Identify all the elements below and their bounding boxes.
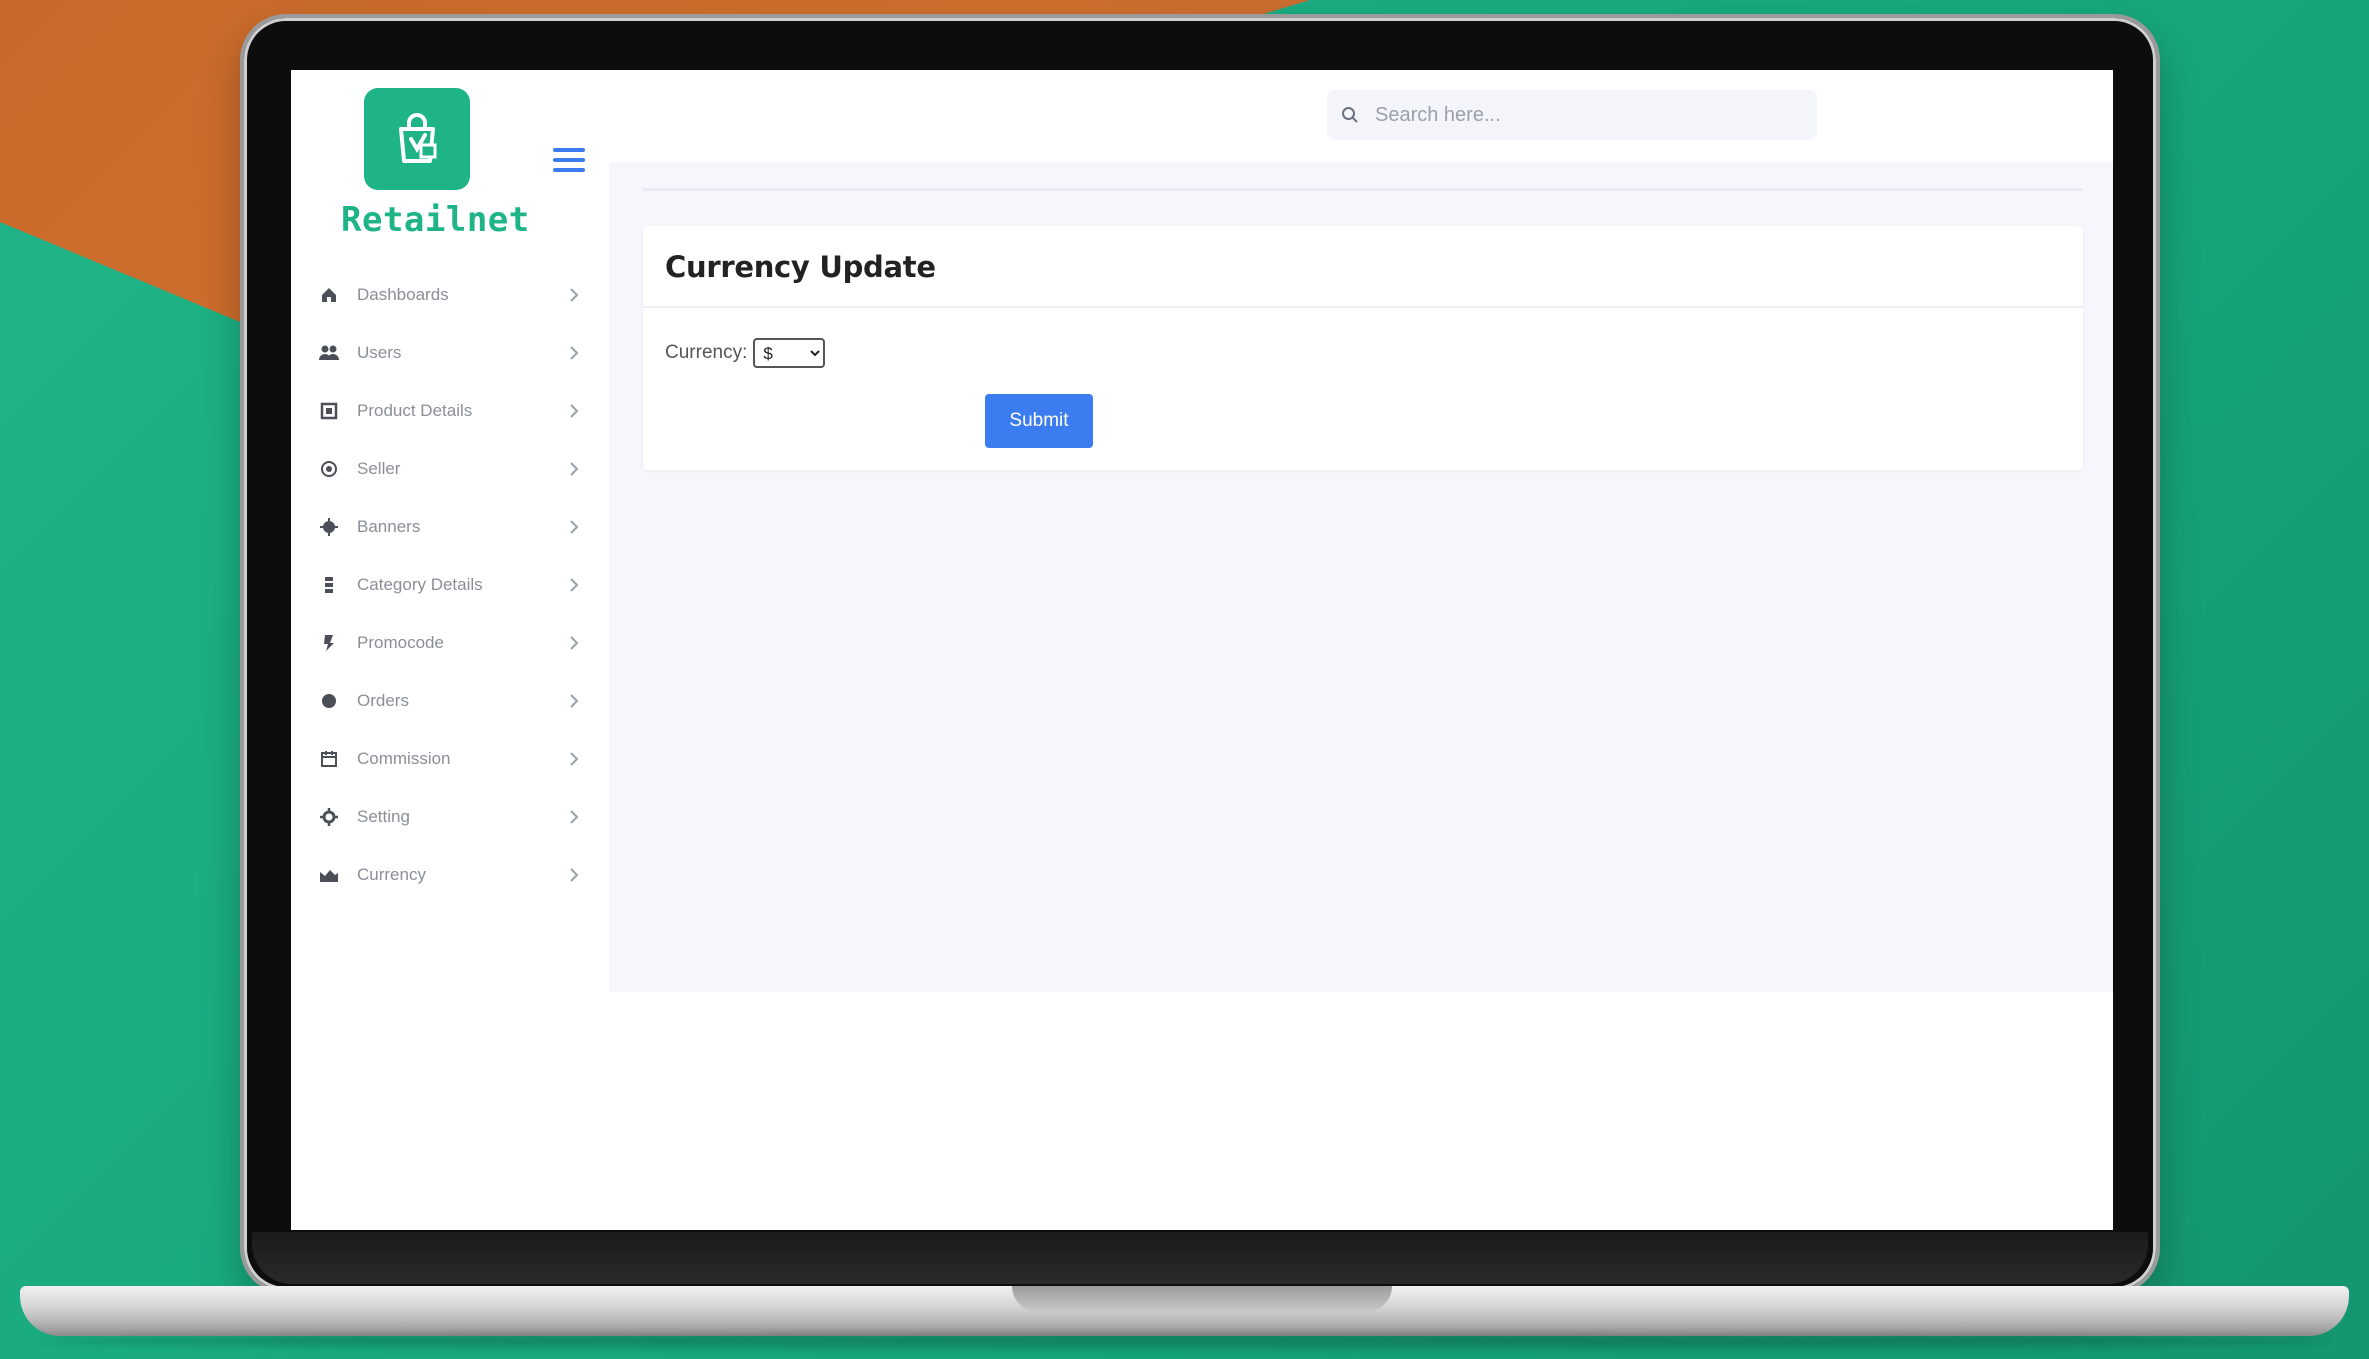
- banner-icon: [319, 517, 339, 537]
- sidebar-item-setting[interactable]: Setting: [319, 788, 581, 846]
- category-icon: [319, 575, 339, 595]
- sidebar-item-label: Dashboards: [357, 285, 449, 304]
- sidebar-item-label: Product Details: [357, 401, 473, 420]
- brand-name: Retailnet: [341, 200, 530, 240]
- sidebar-item-orders[interactable]: Orders: [319, 672, 581, 730]
- laptop-screen: Retailnet Dashboards Users Product Detai…: [291, 70, 2113, 1230]
- sidebar-item-label: Setting: [357, 807, 410, 826]
- shopping-bag-icon: [399, 113, 437, 163]
- chevron-right-icon: [567, 285, 581, 305]
- chevron-right-icon: [567, 401, 581, 421]
- laptop-shadow: [40, 1334, 2329, 1348]
- commission-icon: [319, 749, 339, 769]
- submit-button[interactable]: Submit: [985, 394, 1093, 448]
- laptop-notch: [1012, 1286, 1392, 1312]
- search-bar[interactable]: [1327, 90, 1817, 140]
- sidebar-item-banners[interactable]: Banners: [319, 498, 581, 556]
- chevron-right-icon: [567, 865, 581, 885]
- sidebar-item-label: Commission: [357, 749, 451, 768]
- sidebar-item-users[interactable]: Users: [319, 324, 581, 382]
- chevron-right-icon: [567, 343, 581, 363]
- currency-select[interactable]: $: [753, 338, 826, 368]
- sidebar-item-label: Users: [357, 343, 402, 362]
- sidebar-item-dashboards[interactable]: Dashboards: [319, 266, 581, 324]
- sidebar-item-category-details[interactable]: Category Details: [319, 556, 581, 614]
- chevron-right-icon: [567, 807, 581, 827]
- chevron-right-icon: [567, 575, 581, 595]
- brand-logo[interactable]: [364, 88, 470, 190]
- sidebar-item-currency[interactable]: Currency: [319, 846, 581, 904]
- chevron-right-icon: [567, 749, 581, 769]
- chevron-right-icon: [567, 633, 581, 653]
- promo-icon: [319, 633, 339, 653]
- currency-icon: [319, 865, 339, 885]
- currency-field: Currency: $: [665, 338, 826, 368]
- search-input[interactable]: [1375, 103, 1795, 127]
- currency-label: Currency:: [665, 342, 748, 363]
- sidebar-item-promocode[interactable]: Promocode: [319, 614, 581, 672]
- sidebar-item-label: Promocode: [357, 633, 444, 652]
- card-divider: [643, 306, 2083, 308]
- laptop-lid-bezel-bottom: [252, 1232, 2148, 1284]
- currency-update-card: Currency Update Currency: $ Submit: [643, 226, 2083, 470]
- box-icon: [319, 401, 339, 421]
- page-title: Currency Update: [665, 250, 936, 284]
- sidebar-item-product-details[interactable]: Product Details: [319, 382, 581, 440]
- chevron-right-icon: [567, 459, 581, 479]
- sidebar-nav: Dashboards Users Product Details Seller: [319, 266, 581, 904]
- orders-icon: [319, 691, 339, 711]
- home-icon: [319, 285, 339, 305]
- chevron-right-icon: [567, 691, 581, 711]
- sidebar-item-label: Currency: [357, 865, 426, 884]
- sidebar-item-seller[interactable]: Seller: [319, 440, 581, 498]
- chevron-right-icon: [567, 517, 581, 537]
- sidebar-item-label: Category Details: [357, 575, 483, 594]
- sidebar-item-commission[interactable]: Commission: [319, 730, 581, 788]
- sidebar-item-label: Banners: [357, 517, 421, 536]
- seller-icon: [319, 459, 339, 479]
- users-icon: [319, 343, 339, 363]
- sidebar-item-label: Orders: [357, 691, 409, 710]
- sidebar: Retailnet Dashboards Users Product Detai…: [291, 70, 609, 1230]
- content-divider: [643, 188, 2083, 191]
- sidebar-item-label: Seller: [357, 459, 401, 478]
- main-area: Currency Update Currency: $ Submit: [609, 70, 2113, 1230]
- gear-icon: [319, 807, 339, 827]
- search-icon: [1342, 107, 1358, 123]
- menu-toggle-icon[interactable]: [553, 148, 585, 174]
